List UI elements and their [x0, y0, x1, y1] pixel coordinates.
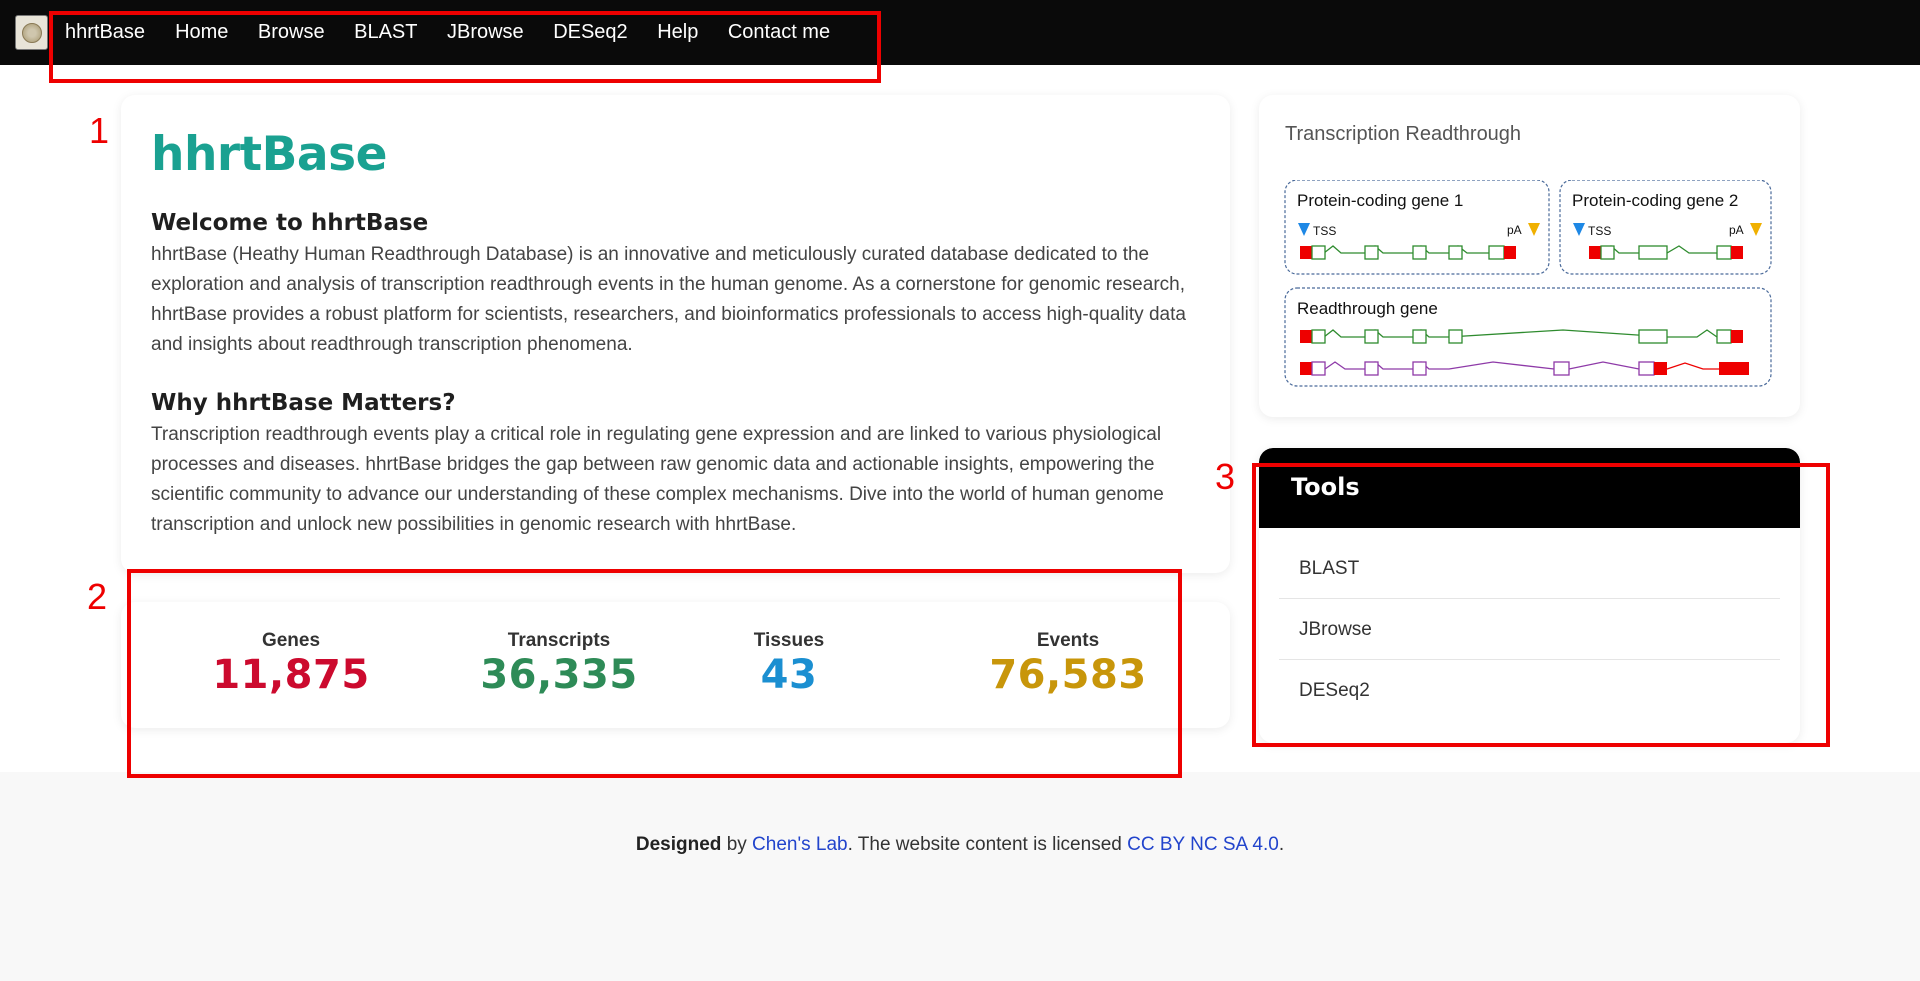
page-title: hhrtBase: [151, 127, 387, 182]
readthrough-diagram: Protein-coding gene 1 TSS pA Protein-cod…: [1284, 180, 1772, 387]
intro-card: hhrtBase Welcome to hhrtBase hhrtBase (H…: [121, 95, 1230, 573]
stat-value: 11,875: [212, 652, 370, 698]
pa-label: pA: [1507, 223, 1522, 237]
stat-label: Tissues: [753, 630, 825, 651]
footer-license-link[interactable]: CC BY NC SA 4.0: [1127, 834, 1279, 855]
stat-genes: Genes 11,875: [191, 630, 391, 698]
annotation-number-3: 3: [1215, 456, 1236, 497]
welcome-text: hhrtBase (Heathy Human Readthrough Datab…: [151, 244, 1186, 355]
footer: Designed by Chen's Lab. The website cont…: [0, 772, 1920, 981]
why-heading: Why hhrtBase Matters?: [151, 390, 456, 416]
emblem-icon: [21, 22, 42, 43]
stat-label: Transcripts: [507, 630, 611, 651]
gene1-label: Protein-coding gene 1: [1297, 191, 1463, 210]
diagram-title: Transcription Readthrough: [1285, 123, 1522, 145]
footer-end: .: [1278, 834, 1285, 855]
logo-icon[interactable]: [15, 15, 48, 50]
nav-item-browse[interactable]: Browse: [258, 21, 325, 44]
stat-value: 43: [760, 652, 818, 698]
nav-links: hhrtBase Home Browse BLAST JBrowse DESeq…: [65, 0, 860, 65]
stat-label: Genes: [261, 630, 321, 651]
tss-marker-icon: [1573, 223, 1585, 236]
annotation-number-2: 2: [87, 576, 108, 617]
tools-card: Tools BLAST JBrowse DESeq2: [1259, 448, 1800, 743]
nav-item-help[interactable]: Help: [657, 21, 698, 44]
pa-label: pA: [1729, 223, 1744, 237]
tool-item-deseq2[interactable]: DESeq2: [1279, 660, 1780, 721]
tools-list: BLAST JBrowse DESeq2: [1259, 528, 1800, 721]
tss-label: TSS: [1313, 224, 1336, 238]
nav-item-contact[interactable]: Contact me: [728, 21, 830, 44]
footer-designed: Designed: [635, 834, 722, 855]
readthrough-diagram-card: Transcription Readthrough Protein-coding…: [1259, 95, 1800, 417]
nav-item-blast[interactable]: BLAST: [354, 21, 417, 44]
top-navbar: hhrtBase Home Browse BLAST JBrowse DESeq…: [0, 0, 1920, 65]
stat-label: Events: [1036, 630, 1100, 651]
stat-events: Events 76,583: [968, 630, 1168, 698]
stat-tissues: Tissues 43: [714, 630, 864, 698]
tss-label: TSS: [1588, 224, 1611, 238]
nav-item-home[interactable]: Home: [175, 21, 228, 44]
tool-item-jbrowse[interactable]: JBrowse: [1279, 599, 1780, 660]
stat-transcripts: Transcripts 36,335: [459, 630, 659, 698]
footer-by: by: [721, 834, 753, 855]
why-text: Transcription readthrough events play a …: [151, 424, 1164, 535]
footer-license-text: . The website content is licensed: [847, 834, 1128, 855]
pa-marker-icon: [1528, 223, 1540, 236]
tool-item-blast[interactable]: BLAST: [1279, 538, 1780, 599]
tools-heading: Tools: [1259, 448, 1800, 528]
tss-marker-icon: [1298, 223, 1310, 236]
annotation-number-1: 1: [89, 110, 110, 151]
stat-value: 76,583: [989, 652, 1147, 698]
stats-card: Genes 11,875 Transcripts 36,335 Tissues …: [121, 602, 1230, 728]
nav-item-jbrowse[interactable]: JBrowse: [447, 21, 524, 44]
nav-item-brand[interactable]: hhrtBase: [65, 21, 145, 44]
gene2-label: Protein-coding gene 2: [1572, 191, 1738, 210]
pa-marker-icon: [1750, 223, 1762, 236]
readthrough-label: Readthrough gene: [1297, 299, 1438, 318]
nav-item-deseq2[interactable]: DESeq2: [553, 21, 628, 44]
footer-lab-link[interactable]: Chen's Lab: [752, 834, 848, 855]
welcome-heading: Welcome to hhrtBase: [151, 210, 429, 236]
stat-value: 36,335: [480, 652, 638, 698]
